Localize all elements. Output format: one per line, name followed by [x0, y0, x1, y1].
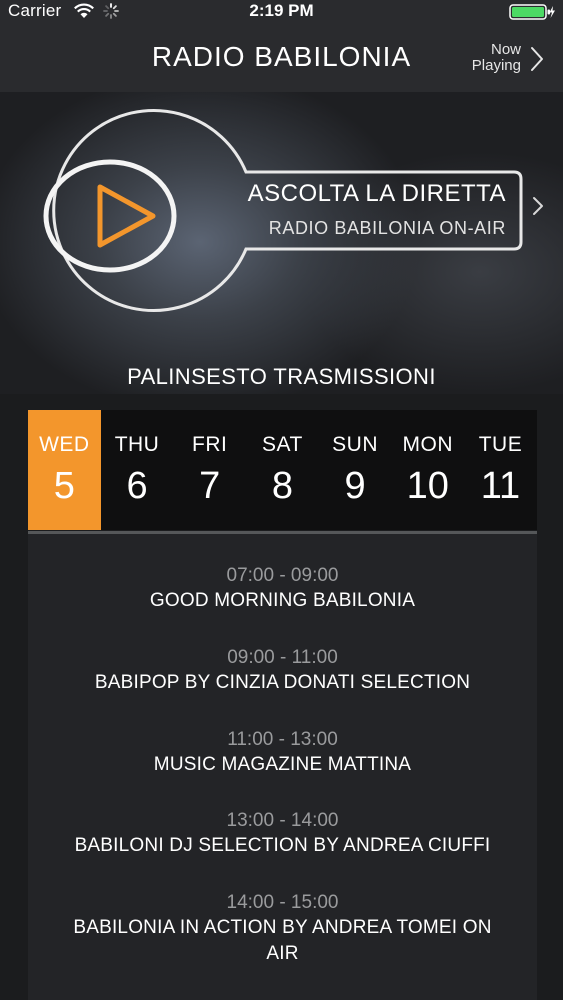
day-name: MON: [402, 433, 454, 456]
now-playing-line2: Playing: [471, 57, 521, 74]
chevron-right-icon: [529, 46, 545, 77]
day-number: 7: [199, 465, 221, 507]
program-name: BABILONIA IN ACTION BY ANDREA TOMEI ON A…: [73, 917, 492, 964]
day-tab-wed[interactable]: WED 5: [28, 410, 101, 530]
list-item[interactable]: 13:00 - 14:00 BABILONI DJ SELECTION BY A…: [28, 809, 537, 859]
day-number: 5: [53, 465, 75, 507]
list-item[interactable]: 14:00 - 15:00 BABILONIA IN ACTION BY AND…: [28, 891, 537, 967]
program-time: 13:00 - 14:00: [226, 810, 339, 831]
day-number: 10: [406, 465, 449, 507]
program-name: GOOD MORNING BABILONIA: [149, 590, 416, 611]
program-name: BABILONI DJ SELECTION BY ANDREA CIUFFI: [74, 835, 491, 856]
now-playing-label: Now Playing: [451, 42, 521, 74]
day-tab-fri[interactable]: FRI 7: [173, 410, 246, 530]
list-item[interactable]: 11:00 - 13:00 MUSIC MAGAZINE MATTINA: [28, 728, 537, 778]
program-list: 07:00 - 09:00 GOOD MORNING BABILONIA 09:…: [28, 534, 537, 1000]
program-name: BABIPOP BY CINZIA DONATI SELECTION: [94, 672, 471, 693]
day-tab-thu[interactable]: THU 6: [101, 410, 174, 530]
day-name: SUN: [332, 433, 379, 456]
hero-banner: ASCOLTA LA DIRETTA RADIO BABILONIA ON-AI…: [0, 92, 563, 394]
status-bar: Carrier 2:19 PM: [0, 0, 563, 24]
day-name: SAT: [262, 433, 303, 456]
day-name: TUE: [478, 433, 523, 456]
listen-live-subtitle[interactable]: RADIO BABILONIA ON-AIR: [210, 218, 506, 239]
listen-live-title[interactable]: ASCOLTA LA DIRETTA: [210, 180, 506, 208]
program-name: MUSIC MAGAZINE MATTINA: [153, 754, 412, 775]
battery-icon: [509, 4, 555, 25]
list-item[interactable]: 09:00 - 11:00 BABIPOP BY CINZIA DONATI S…: [28, 646, 537, 696]
listen-live-button-shape[interactable]: [0, 92, 563, 394]
program-time: 14:00 - 15:00: [226, 892, 339, 913]
day-tab-tue[interactable]: TUE 11: [464, 410, 537, 530]
day-name: THU: [114, 433, 160, 456]
day-number: 6: [126, 465, 148, 507]
day-picker: WED 5 THU 6 FRI 7 SAT 8 SUN 9 MON 10 TUE…: [28, 410, 537, 530]
day-number: 8: [271, 465, 293, 507]
now-playing-button[interactable]: Now Playing: [465, 40, 545, 80]
now-playing-line1: Now: [490, 41, 521, 58]
program-time: 11:00 - 13:00: [227, 729, 338, 750]
day-name: WED: [39, 433, 90, 456]
day-tab-sat[interactable]: SAT 8: [246, 410, 319, 530]
list-item[interactable]: 07:00 - 09:00 GOOD MORNING BABILONIA: [28, 564, 537, 614]
day-tab-sun[interactable]: SUN 9: [319, 410, 392, 530]
program-time: 07:00 - 09:00: [226, 565, 339, 586]
program-time: 09:00 - 11:00: [227, 647, 338, 668]
status-time: 2:19 PM: [249, 1, 314, 20]
day-number: 9: [344, 465, 366, 507]
day-tab-mon[interactable]: MON 10: [391, 410, 464, 530]
day-name: FRI: [192, 433, 228, 456]
schedule-title: PALINSESTO TRASMISSIONI: [127, 364, 436, 389]
day-number: 11: [480, 465, 521, 507]
navigation-bar: RADIO BABILONIA Now Playing: [0, 24, 563, 92]
